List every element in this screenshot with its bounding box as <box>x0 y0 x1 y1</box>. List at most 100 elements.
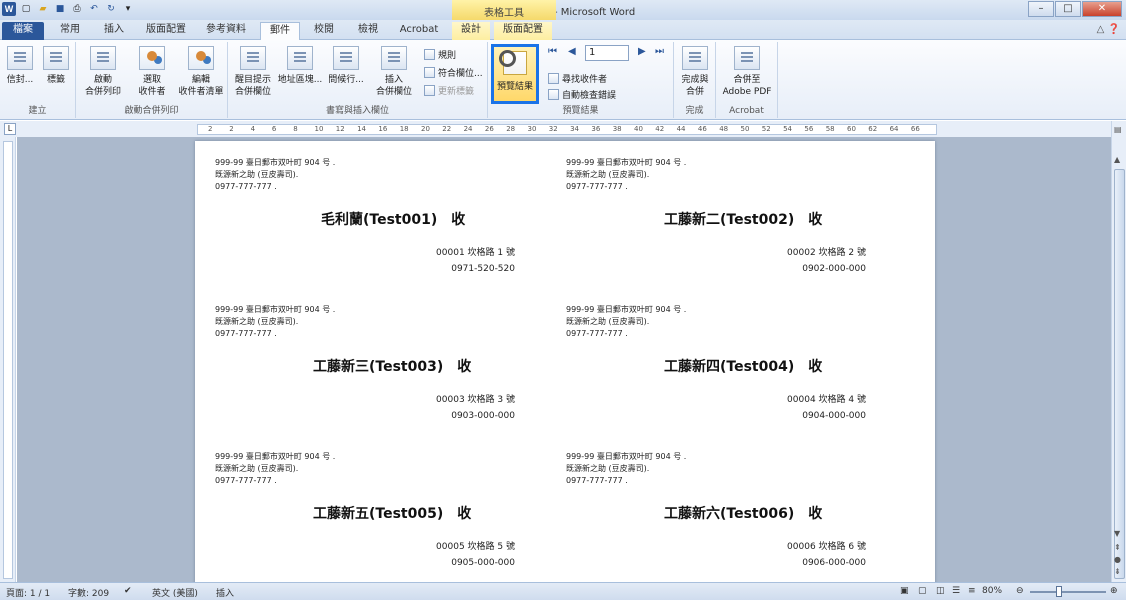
tab-review[interactable]: 校閱 <box>306 22 342 40</box>
tab-file[interactable]: 檔案 <box>2 22 44 40</box>
maximize-button[interactable]: □ <box>1055 1 1081 17</box>
return-address-line: 0977-777-777 . <box>566 329 628 338</box>
vertical-ruler[interactable] <box>0 137 16 582</box>
auto-check-errors-button[interactable]: 自動檢查錯誤 <box>548 88 616 101</box>
document-page[interactable]: 999-99 臺日郵市双叶町 904 号 . 既源新之助 (豆皮壽司). 0977-… <box>195 141 935 582</box>
group-start-merge: 啟動 合併列印 選取 收件者 編輯 收件者清單 啟動合併列印 <box>76 42 228 118</box>
return-address-line: 既源新之助 (豆皮壽司). <box>215 170 299 179</box>
rules-label: 規則 <box>438 51 457 61</box>
tab-page-layout[interactable]: 版面配置 <box>140 22 192 40</box>
zoom-out-icon[interactable]: ⊖ <box>1016 586 1024 596</box>
first-record-icon[interactable]: ⏮ <box>548 46 557 57</box>
ruler-tick: 30 <box>527 125 537 133</box>
recipient-address-line: 00002 坎格路 2 號 <box>787 248 866 258</box>
tab-acrobat[interactable]: Acrobat <box>394 22 444 40</box>
zoom-level[interactable]: 80% <box>982 586 1002 596</box>
spell-check-icon[interactable]: ✔ <box>124 586 132 596</box>
tab-references[interactable]: 參考資料 <box>200 22 252 40</box>
recipient-address: 00001 坎格路 1 號 0971-520-520 <box>436 245 515 277</box>
minimize-button[interactable]: – <box>1028 1 1054 17</box>
envelopes-button[interactable]: 信封... <box>4 46 36 86</box>
mailing-label[interactable]: 999-99 臺日郵市双叶町 904 号 . 既源新之助 (豆皮壽司). 0977-… <box>546 288 896 435</box>
scroll-up-icon[interactable]: ▲ <box>1114 155 1120 164</box>
ruler-toggle-icon[interactable]: ▤ <box>1114 125 1122 134</box>
previous-page-icon[interactable]: ⇞ <box>1114 543 1121 552</box>
record-number-input[interactable]: 1 <box>585 45 629 61</box>
tab-view[interactable]: 檢視 <box>350 22 386 40</box>
document-area[interactable]: 999-99 臺日郵市双叶町 904 号 . 既源新之助 (豆皮壽司). 0977-… <box>17 137 1111 582</box>
group-create-label: 建立 <box>28 106 47 116</box>
highlight-fields-button[interactable]: 醒目提示 合併欄位 <box>232 46 274 98</box>
address-block-button[interactable]: 地址區塊... <box>276 46 324 86</box>
scrollbar-thumb[interactable] <box>1114 169 1125 579</box>
labels-button[interactable]: 標籤 <box>40 46 72 86</box>
recipient-address-line: 00001 坎格路 1 號 <box>436 248 515 258</box>
return-address: 999-99 臺日郵市双叶町 904 号 . 既源新之助 (豆皮壽司). 0977-… <box>566 451 686 487</box>
return-address-line: 999-99 臺日郵市双叶町 904 号 . <box>566 452 687 461</box>
greeting-line-button[interactable]: 問候行... <box>326 46 366 86</box>
mailing-label[interactable]: 999-99 臺日郵市双叶町 904 号 . 既源新之助 (豆皮壽司). 0977-… <box>546 435 896 582</box>
next-page-icon[interactable]: ⇟ <box>1114 567 1121 576</box>
find-recipient-button[interactable]: 尋找收件者 <box>548 72 607 85</box>
mailing-label[interactable]: 999-99 臺日郵市双叶町 904 号 . 既源新之助 (豆皮壽司). 0977-… <box>195 288 545 435</box>
view-outline-icon[interactable]: ☰ <box>952 586 960 596</box>
browse-object-icon[interactable]: ● <box>1114 555 1121 564</box>
start-merge-label-1: 啟動 <box>93 75 112 85</box>
view-print-layout-icon[interactable]: ▣ <box>900 586 909 596</box>
ruler-tick: 34 <box>570 125 580 133</box>
merge-to-pdf-button[interactable]: 合併至 Adobe PDF <box>718 46 776 98</box>
tab-home[interactable]: 常用 <box>52 22 88 40</box>
tab-selector-icon[interactable]: L <box>4 123 16 135</box>
ruler-tick: 50 <box>740 125 750 133</box>
zoom-slider[interactable] <box>1030 591 1106 593</box>
view-draft-icon[interactable]: ≡ <box>968 586 976 596</box>
language-indicator[interactable]: 英文 (美國) <box>152 586 198 599</box>
mailing-label[interactable]: 999-99 臺日郵市双叶町 904 号 . 既源新之助 (豆皮壽司). 0977-… <box>195 141 545 288</box>
return-address-line: 既源新之助 (豆皮壽司). <box>215 464 299 473</box>
finish-merge-button[interactable]: 完成與 合併 <box>676 46 714 98</box>
next-record-icon[interactable]: ▶ <box>638 46 646 57</box>
preview-results-button[interactable]: 預覽結果 <box>491 44 539 104</box>
recipient-address: 00005 坎格路 5 號 0905-000-000 <box>436 539 515 571</box>
vertical-scrollbar[interactable]: ▤ ▲ ▼ ⇞ ● ⇟ <box>1111 121 1126 582</box>
help-icon[interactable]: △ ❓ <box>1097 24 1120 35</box>
ruler-tick: 42 <box>655 125 665 133</box>
insert-merge-field-button[interactable]: 插入 合併欄位 <box>368 46 420 98</box>
view-reading-icon[interactable]: ▢ <box>918 586 927 596</box>
window-controls: – □ ✕ <box>1028 1 1122 17</box>
tab-design[interactable]: 設計 <box>452 22 490 40</box>
group-finish-label: 完成 <box>685 106 704 116</box>
edit-recipient-list-button[interactable]: 編輯 收件者清單 <box>176 46 226 98</box>
match-fields-button[interactable]: 符合欄位... <box>424 66 483 79</box>
previous-record-icon[interactable]: ◀ <box>568 46 576 57</box>
tab-mailings[interactable]: 郵件 <box>260 22 300 40</box>
edit-list-icon <box>188 46 214 70</box>
mailing-label[interactable]: 999-99 臺日郵市双叶町 904 号 . 既源新之助 (豆皮壽司). 0977-… <box>195 435 545 582</box>
tab-table-layout[interactable]: 版面配置 <box>494 22 552 40</box>
group-finish: 完成與 合併 完成 <box>674 42 716 118</box>
tab-insert[interactable]: 插入 <box>96 22 132 40</box>
highlight-label-1: 醒目提示 <box>234 75 271 85</box>
recipient-address: 00006 坎格路 6 號 0906-000-000 <box>787 539 866 571</box>
select-recipients-button[interactable]: 選取 收件者 <box>130 46 174 98</box>
close-button[interactable]: ✕ <box>1082 1 1122 17</box>
mailing-label[interactable]: 999-99 臺日郵市双叶町 904 号 . 既源新之助 (豆皮壽司). 0977-… <box>546 141 896 288</box>
start-merge-button[interactable]: 啟動 合併列印 <box>80 46 126 98</box>
last-record-icon[interactable]: ⏭ <box>655 46 664 57</box>
ruler-tick: 64 <box>889 125 899 133</box>
rules-button[interactable]: 規則 <box>424 48 456 61</box>
status-bar: 頁面: 1 / 1 字數: 209 ✔ 英文 (美國) 插入 ▣ ▢ ◫ ☰ ≡… <box>0 582 1126 600</box>
zoom-slider-knob[interactable] <box>1056 586 1062 597</box>
return-address: 999-99 臺日郵市双叶町 904 号 . 既源新之助 (豆皮壽司). 0977-… <box>566 304 686 340</box>
scroll-down-icon[interactable]: ▼ <box>1114 529 1120 538</box>
group-start-merge-label: 啟動合併列印 <box>124 106 179 116</box>
view-web-icon[interactable]: ◫ <box>936 586 945 596</box>
ruler-tick: 66 <box>910 125 920 133</box>
zoom-in-icon[interactable]: ⊕ <box>1110 586 1118 596</box>
greeting-line-icon <box>333 46 359 70</box>
update-labels-button[interactable]: 更新標籤 <box>424 84 474 97</box>
page-count[interactable]: 頁面: 1 / 1 <box>6 586 50 599</box>
word-count[interactable]: 字數: 209 <box>68 586 109 599</box>
insert-mode[interactable]: 插入 <box>216 586 234 599</box>
horizontal-ruler[interactable]: 2 2 4 6 8 10 12 14 16 18 20 22 24 26 28 30 32 34 36 38 40 42 4… <box>197 124 937 135</box>
